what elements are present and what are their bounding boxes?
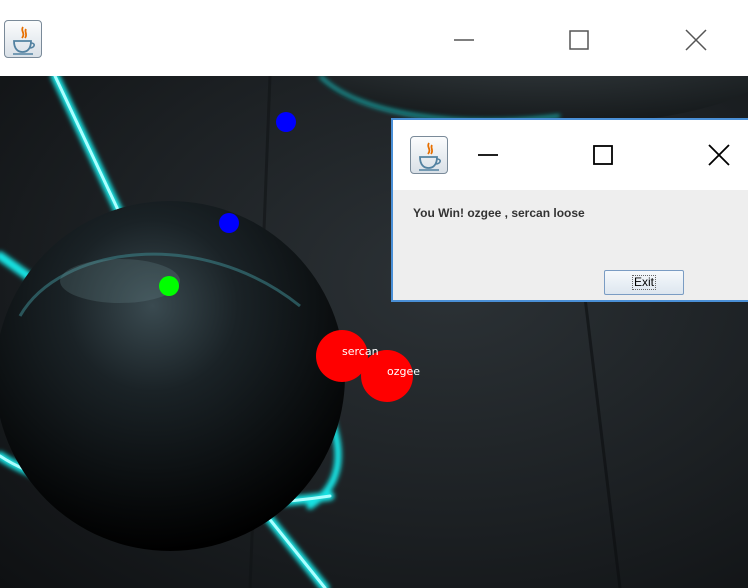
exit-button[interactable]: Exit (604, 270, 684, 295)
dialog-minimize-button[interactable] (465, 135, 511, 175)
java-coffee-cup-icon[interactable] (4, 20, 42, 58)
player-label-ozgee: ozgee (387, 365, 421, 378)
dialog-maximize-button[interactable] (580, 135, 626, 175)
maximize-icon (569, 30, 589, 50)
close-icon (685, 29, 707, 51)
player-label-sercan: sercan (342, 345, 379, 358)
green-ball (159, 276, 179, 296)
minimize-icon (478, 154, 498, 156)
maximize-button[interactable] (556, 20, 602, 60)
minimize-button[interactable] (441, 20, 487, 60)
exit-button-label: Exit (631, 275, 656, 290)
minimize-icon (454, 39, 474, 41)
maximize-icon (593, 145, 613, 165)
blue-ball (276, 112, 296, 132)
blue-ball (219, 213, 239, 233)
main-window-titlebar (0, 0, 748, 76)
java-coffee-cup-icon[interactable] (410, 136, 448, 174)
dialog-close-button[interactable] (696, 135, 742, 175)
dialog-titlebar (393, 120, 748, 190)
close-icon (708, 144, 730, 166)
win-dialog: You Win! ozgee , sercan loose Exit (391, 118, 748, 302)
dialog-message: You Win! ozgee , sercan loose (413, 206, 585, 220)
close-button[interactable] (673, 20, 719, 60)
